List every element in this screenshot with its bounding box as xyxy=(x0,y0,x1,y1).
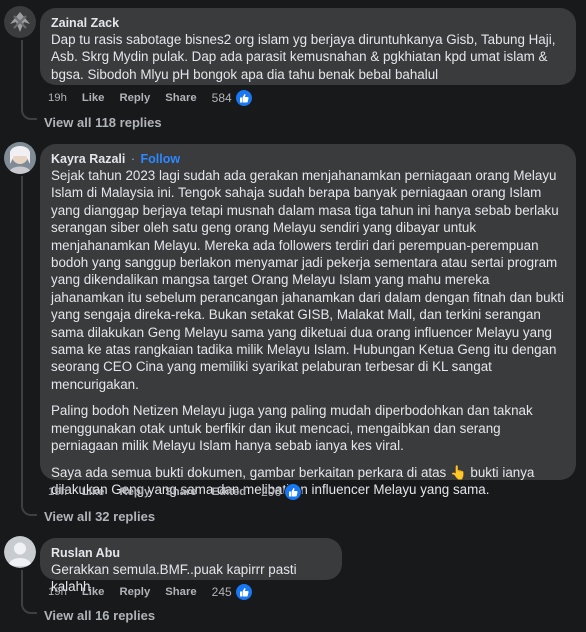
separator-dot: · xyxy=(130,152,136,166)
avatar[interactable] xyxy=(4,6,36,38)
comment-bubble: Ruslan Abu Gerakkan semula.BMF..puak kap… xyxy=(40,538,342,594)
comment-text: Sejak tahun 2023 lagi sudah ada gerakan … xyxy=(51,167,565,498)
comment-author[interactable]: Zainal Zack xyxy=(51,15,565,31)
like-button[interactable]: Like xyxy=(82,92,105,104)
comment-actions: 19h Like Reply Share 584 xyxy=(48,89,253,107)
reply-button[interactable]: Reply xyxy=(119,486,150,498)
reply-connector xyxy=(21,500,37,516)
thread-line xyxy=(21,40,23,110)
thumbs-up-icon xyxy=(234,583,253,601)
reaction-count[interactable]: 245 xyxy=(212,583,253,601)
comment-paragraph: Dap tu rasis sabotage bisnes2 org islam … xyxy=(51,32,556,82)
reaction-count[interactable]: 584 xyxy=(212,89,253,107)
comment-actions: 19h Like Reply Share Edited 296 xyxy=(48,483,303,501)
timestamp[interactable]: 19h xyxy=(48,586,67,598)
comment-paragraph: Paling bodoh Netizen Melayu juga yang pa… xyxy=(51,403,533,454)
reply-button[interactable]: Reply xyxy=(119,92,150,104)
view-replies-link[interactable]: View all 32 replies xyxy=(44,509,155,524)
like-button[interactable]: Like xyxy=(82,486,105,498)
edited-label[interactable]: Edited xyxy=(212,486,247,498)
share-button[interactable]: Share xyxy=(165,92,196,104)
like-button[interactable]: Like xyxy=(82,586,105,598)
comment-actions: 19h Like Reply Share 245 xyxy=(48,583,253,601)
view-replies-link[interactable]: View all 118 replies xyxy=(44,115,162,130)
comment-bubble: Kayra Razali · Follow Sejak tahun 2023 l… xyxy=(40,144,576,497)
reaction-count-value: 296 xyxy=(261,485,282,499)
reaction-count-value: 245 xyxy=(211,585,232,599)
timestamp[interactable]: 19h xyxy=(48,92,67,104)
reply-connector xyxy=(21,598,37,614)
follow-button[interactable]: Follow xyxy=(141,152,181,166)
comment-text: Dap tu rasis sabotage bisnes2 org islam … xyxy=(51,31,565,83)
comment-author[interactable]: Kayra Razali xyxy=(51,152,125,166)
thumbs-up-icon xyxy=(284,483,303,501)
reply-button[interactable]: Reply xyxy=(119,586,150,598)
reaction-count[interactable]: 296 xyxy=(261,483,303,501)
reaction-count-value: 584 xyxy=(211,91,232,105)
thread-line xyxy=(21,176,23,506)
comment-author[interactable]: Ruslan Abu xyxy=(51,545,331,561)
comment-paragraph: Sejak tahun 2023 lagi sudah ada gerakan … xyxy=(51,168,564,392)
reply-connector xyxy=(21,104,37,120)
comment-author-line: Kayra Razali · Follow xyxy=(51,151,565,167)
view-replies-link[interactable]: View all 16 replies xyxy=(44,608,155,623)
timestamp[interactable]: 19h xyxy=(48,486,67,498)
avatar[interactable] xyxy=(4,142,36,174)
avatar[interactable] xyxy=(4,536,36,568)
share-button[interactable]: Share xyxy=(165,586,196,598)
thumbs-up-icon xyxy=(234,89,253,107)
share-button[interactable]: Share xyxy=(165,486,196,498)
comment-bubble: Zainal Zack Dap tu rasis sabotage bisnes… xyxy=(40,8,576,85)
